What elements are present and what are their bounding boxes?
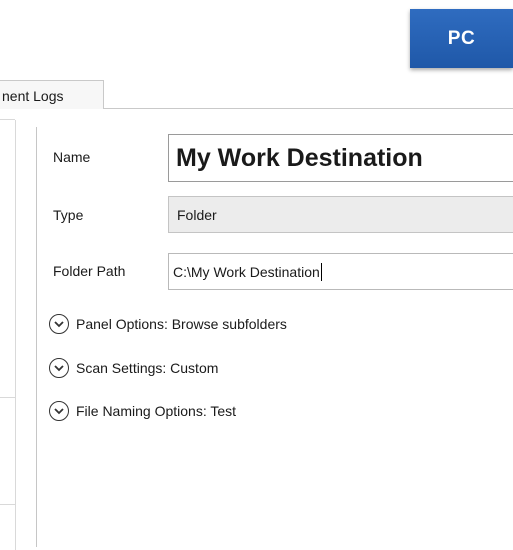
file-naming-options-section[interactable]: File Naming Options: Test [49, 401, 236, 421]
chevron-down-circle-icon[interactable] [49, 401, 69, 421]
text-caret [320, 262, 322, 281]
folder-path-value: C:\My Work Destination [173, 263, 320, 280]
name-field[interactable]: My Work Destination [168, 134, 513, 182]
tab-strip-divider [104, 108, 513, 109]
tab-document-logs[interactable]: nent Logs [0, 80, 104, 109]
panel-options-section[interactable]: Panel Options: Browse subfolders [49, 314, 287, 334]
left-pane-border [15, 120, 16, 550]
chevron-down-circle-icon[interactable] [49, 358, 69, 378]
scan-settings-label: Scan Settings: Custom [76, 360, 219, 376]
file-naming-options-label: File Naming Options: Test [76, 403, 237, 419]
form-panel-border [36, 127, 37, 547]
type-label: Type [53, 207, 84, 223]
folder-path-field[interactable]: C:\My Work Destination [168, 253, 513, 290]
left-pane-divider [0, 397, 15, 398]
type-select[interactable]: Folder [168, 196, 513, 233]
panel-options-label: Panel Options: Browse subfolders [76, 316, 287, 332]
name-value: My Work Destination [176, 143, 423, 172]
folder-path-label: Folder Path [53, 263, 126, 279]
chevron-down-circle-icon[interactable] [49, 314, 69, 334]
scan-settings-section[interactable]: Scan Settings: Custom [49, 358, 218, 378]
left-pane-divider [0, 119, 15, 120]
type-value: Folder [177, 206, 217, 223]
pc-badge: PC [410, 9, 513, 68]
name-label: Name [53, 149, 91, 165]
left-pane-divider [0, 504, 15, 505]
